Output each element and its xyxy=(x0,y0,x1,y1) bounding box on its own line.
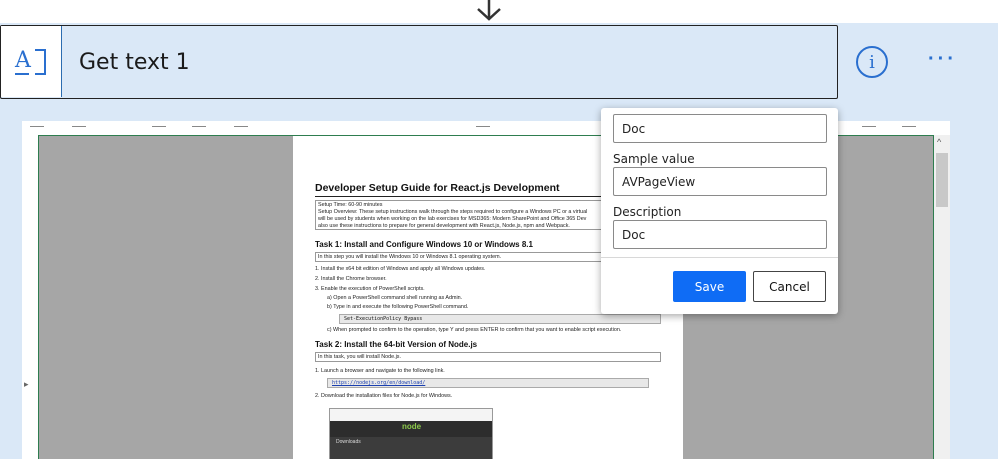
task2-step: 2. Download the installation files for N… xyxy=(315,393,453,399)
scroll-thumb[interactable] xyxy=(936,153,948,207)
action-card[interactable]: A Get text 1 xyxy=(0,25,838,99)
connector-arrow-icon xyxy=(477,0,501,21)
toolbar-glyph xyxy=(72,121,86,127)
name-field[interactable]: Doc xyxy=(613,114,827,143)
toolbar-glyph xyxy=(862,121,876,127)
image-heading: Downloads xyxy=(336,439,361,445)
task2-intro: In this task, you will install Node.js. xyxy=(315,352,661,362)
nodejs-screenshot: node Downloads xyxy=(329,408,493,459)
text-recognition-icon: A xyxy=(1,26,62,97)
sample-value-label: Sample value xyxy=(613,152,695,166)
node-logo: node xyxy=(402,422,422,431)
toolbar-glyph xyxy=(30,121,44,127)
vertical-scrollbar[interactable]: ^ xyxy=(934,135,950,459)
scroll-up-icon[interactable]: ^ xyxy=(937,137,941,147)
more-options-icon[interactable]: ··· xyxy=(928,48,957,71)
save-button[interactable]: Save xyxy=(673,271,746,302)
task1-step: c) When prompted to confirm to the opera… xyxy=(327,327,622,333)
screenshot-preview: Developer Setup Guide for React.js Devel… xyxy=(0,99,998,459)
description-label: Description xyxy=(613,205,682,219)
toolbar-glyph xyxy=(234,121,248,127)
svg-text:A: A xyxy=(14,48,32,73)
task2-heading: Task 2: Install the 64-bit Version of No… xyxy=(315,340,478,349)
toolbar-glyph xyxy=(902,121,916,127)
toolbar-glyph xyxy=(476,121,490,127)
action-title: Get text 1 xyxy=(79,50,190,75)
sample-value-field[interactable]: AVPageView xyxy=(613,167,827,196)
toolbar-glyph xyxy=(152,121,166,127)
expand-arrow-icon[interactable]: ▸ xyxy=(24,379,29,390)
cancel-button[interactable]: Cancel xyxy=(753,271,826,302)
popup-divider xyxy=(601,257,838,258)
code-block: Set-ExecutionPolicy Bypass xyxy=(339,314,661,324)
toolbar-glyph xyxy=(192,121,206,127)
document-title: Developer Setup Guide for React.js Devel… xyxy=(315,182,560,194)
info-icon[interactable]: i xyxy=(856,46,888,78)
download-link: https://nodejs.org/en/download/ xyxy=(327,378,649,388)
description-field[interactable]: Doc xyxy=(613,220,827,249)
variable-edit-popup: Doc Sample value AVPageView Description … xyxy=(601,108,838,314)
task1-heading: Task 1: Install and Configure Windows 10… xyxy=(315,240,533,249)
task2-step: 1. Launch a browser and navigate to the … xyxy=(315,368,445,374)
